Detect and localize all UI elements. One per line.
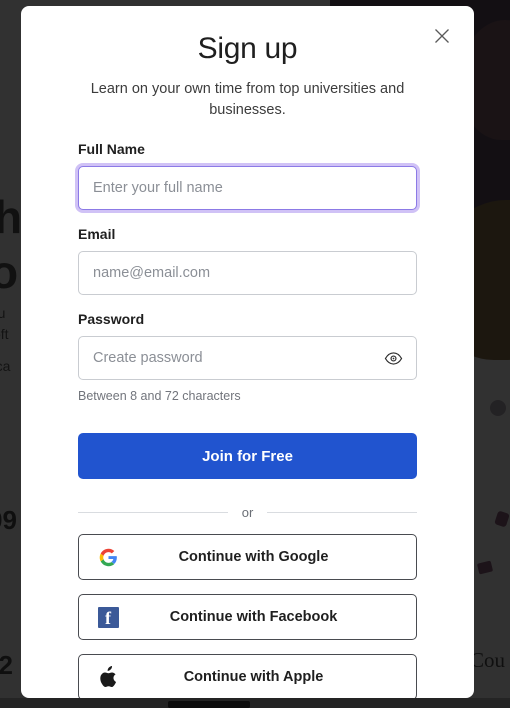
apple-button-label: Continue with Apple <box>183 669 324 685</box>
apple-icon <box>79 666 137 688</box>
password-field-group: Password Between 8 and 72 characters <box>78 311 417 403</box>
password-helper-text: Between 8 and 72 characters <box>78 389 241 403</box>
full-name-input[interactable] <box>78 166 417 210</box>
password-label: Password <box>78 311 145 327</box>
join-for-free-button[interactable]: Join for Free <box>78 433 417 479</box>
horizontal-scrollbar-thumb[interactable] <box>168 701 250 708</box>
email-field-group: Email <box>78 226 417 295</box>
divider-line-left <box>78 512 228 513</box>
continue-with-apple-button[interactable]: Continue with Apple <box>78 654 417 698</box>
eye-icon[interactable] <box>380 345 406 371</box>
or-divider: or <box>78 505 417 520</box>
continue-with-google-button[interactable]: Continue with Google <box>78 534 417 580</box>
email-label: Email <box>78 226 116 242</box>
divider-label: or <box>241 505 254 520</box>
facebook-button-label: Continue with Facebook <box>169 609 338 625</box>
signup-modal: Sign up Learn on your own time from top … <box>21 6 474 698</box>
google-button-label: Continue with Google <box>178 549 329 565</box>
bottom-system-bar <box>0 698 510 708</box>
continue-with-facebook-button[interactable]: f Continue with Facebook <box>78 594 417 640</box>
full-name-field-group: Full Name <box>78 141 417 210</box>
email-input[interactable] <box>78 251 417 295</box>
facebook-icon: f <box>79 606 137 628</box>
full-name-label: Full Name <box>78 141 145 157</box>
google-icon <box>79 548 137 567</box>
password-input[interactable] <box>78 336 417 380</box>
divider-line-right <box>267 512 417 513</box>
page-title: Sign up <box>197 32 298 65</box>
close-icon[interactable] <box>426 20 458 52</box>
modal-subtitle: Learn on your own time from top universi… <box>90 81 405 118</box>
